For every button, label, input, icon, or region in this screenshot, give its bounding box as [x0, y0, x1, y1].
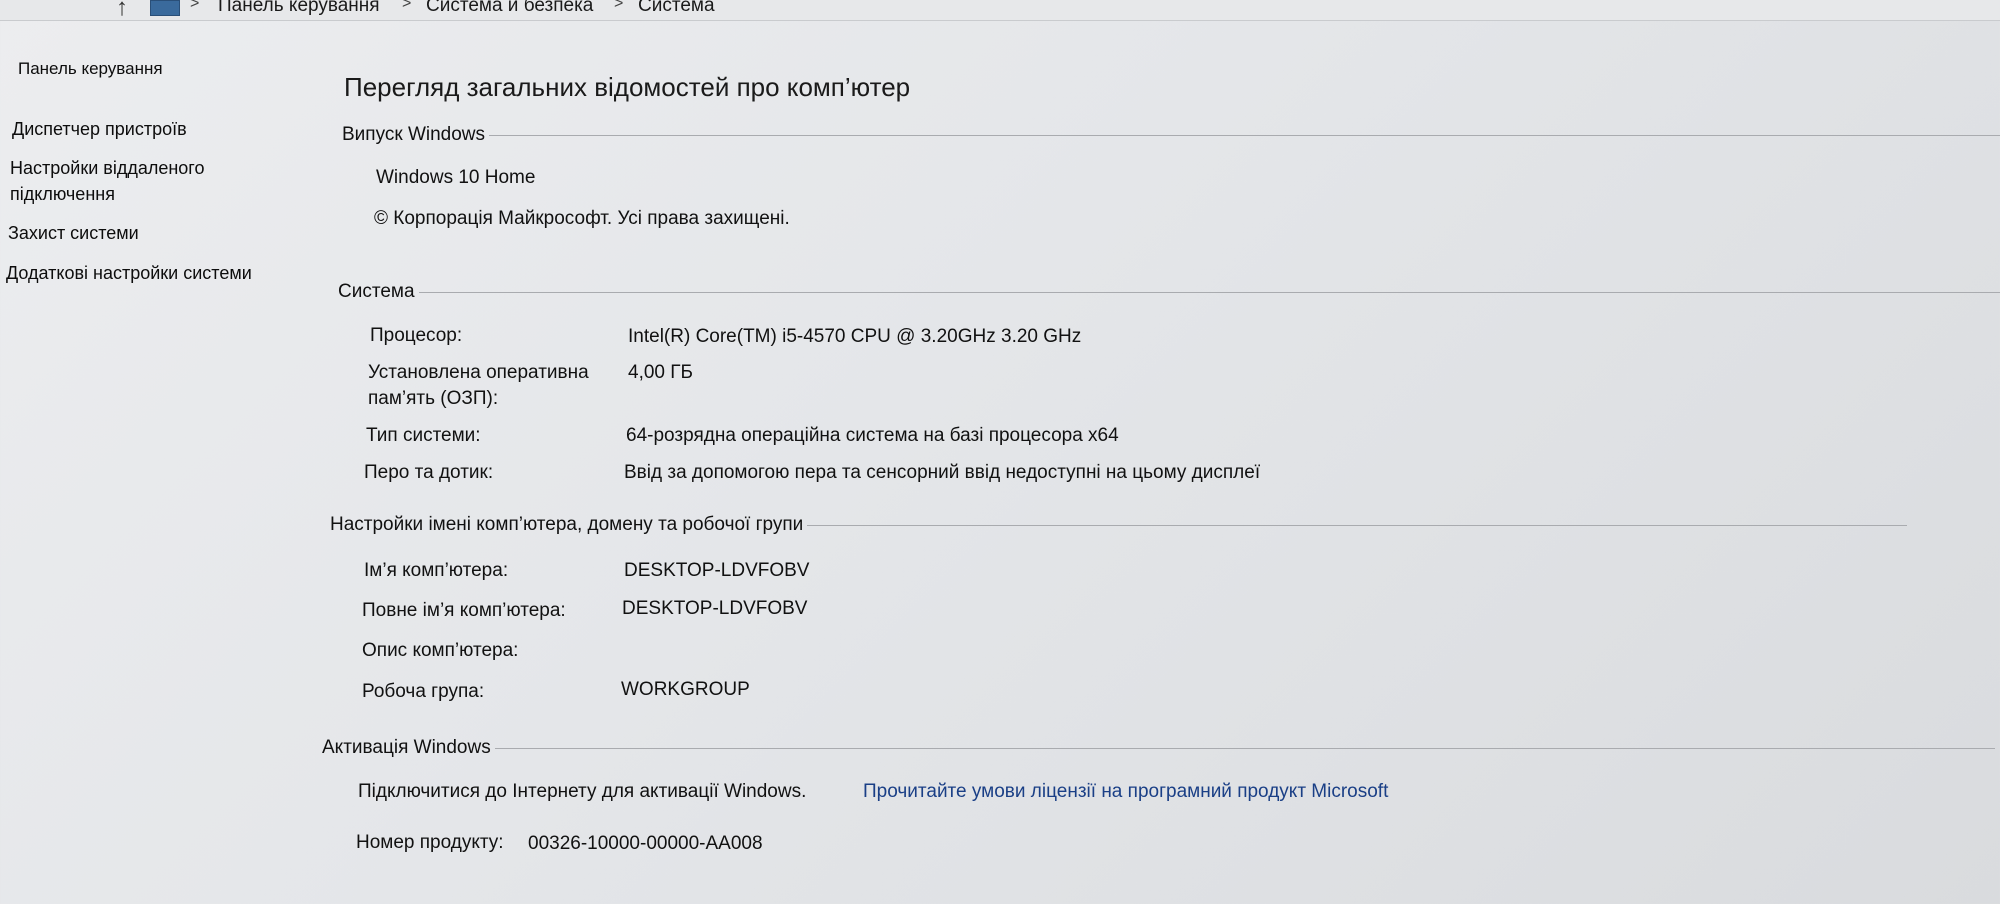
full-computer-name-value: DESKTOP-LDVFOBV	[622, 598, 808, 619]
copyright-text: © Корпорація Майкрософт. Усі права захищ…	[374, 208, 790, 229]
section-header-edition: Випуск Windows	[342, 124, 2000, 146]
breadcrumb-chevron-icon: >	[190, 0, 200, 12]
workgroup-label: Робоча група:	[362, 681, 485, 702]
sidebar-item-system-protection[interactable]: Захист системи	[8, 220, 139, 246]
breadcrumb-system[interactable]: Система	[638, 0, 715, 17]
activation-status-text: Підключитися до Інтернету для активації …	[358, 781, 807, 802]
up-arrow-icon[interactable]: ↑	[116, 0, 128, 22]
breadcrumb-system-security[interactable]: Система й безпека	[426, 0, 593, 17]
section-divider	[489, 134, 2000, 136]
sidebar-item-label: Настройки віддаленого	[10, 158, 205, 178]
computer-name-value: DESKTOP-LDVFOBV	[624, 560, 810, 581]
product-id-value: 00326-10000-00000-AA008	[528, 833, 763, 854]
windows-edition-name: Windows 10 Home	[376, 167, 536, 188]
sidebar-item-remote-settings[interactable]: Настройки віддаленого підключення	[10, 155, 204, 207]
section-divider	[494, 747, 1995, 749]
sidebar-item-advanced-settings[interactable]: Додаткові настройки системи	[6, 260, 252, 286]
section-header-computer-name: Настройки імені комп’ютера, домену та ро…	[330, 514, 1908, 536]
computer-name-label: Ім’я комп’ютера:	[364, 560, 509, 581]
breadcrumb-control-panel[interactable]: Панель керування	[218, 0, 380, 17]
product-id-label: Номер продукту:	[356, 832, 504, 853]
system-type-label: Тип системи:	[366, 425, 481, 446]
system-type-value: 64-розрядна операційна система на базі п…	[626, 425, 1119, 446]
ram-value: 4,00 ГБ	[628, 362, 694, 383]
computer-description-label: Опис комп’ютера:	[362, 640, 519, 661]
pen-touch-value: Ввід за допомогою пера та сенсорний ввід…	[624, 462, 1261, 483]
page-title: Перегляд загальних відомостей про комп’ю…	[344, 72, 911, 102]
workgroup-value: WORKGROUP	[621, 679, 750, 700]
sidebar-item-label: підключення	[10, 184, 115, 204]
section-divider	[807, 524, 1908, 526]
section-divider	[418, 291, 2000, 293]
section-title: Система	[338, 281, 415, 302]
section-title: Активація Windows	[322, 737, 491, 758]
processor-value: Intel(R) Core(TM) i5-4570 CPU @ 3.20GHz …	[628, 326, 1082, 347]
processor-label: Процесор:	[370, 325, 463, 346]
section-header-system: Система	[338, 281, 2000, 303]
address-bar: ↑ > Панель керування > Система й безпека…	[0, 0, 2000, 21]
breadcrumb-chevron-icon: >	[402, 0, 412, 12]
pen-touch-label: Перо та дотик:	[364, 462, 494, 483]
section-header-activation: Активація Windows	[322, 737, 1995, 759]
section-title: Випуск Windows	[342, 124, 486, 145]
breadcrumb-chevron-icon: >	[614, 0, 624, 12]
ram-label: Установлена оперативна пам’ять (ОЗП):	[368, 362, 589, 409]
section-title: Настройки імені комп’ютера, домену та ро…	[330, 514, 804, 535]
full-computer-name-label: Повне ім’я комп’ютера:	[362, 600, 566, 621]
control-panel-icon	[150, 0, 180, 16]
sidebar-item-device-manager[interactable]: Диспетчер пристроїв	[12, 116, 187, 142]
sidebar-control-panel-home[interactable]: Панель керування	[18, 56, 163, 82]
license-terms-link[interactable]: Прочитайте умови ліцензії на програмний …	[863, 781, 1388, 803]
